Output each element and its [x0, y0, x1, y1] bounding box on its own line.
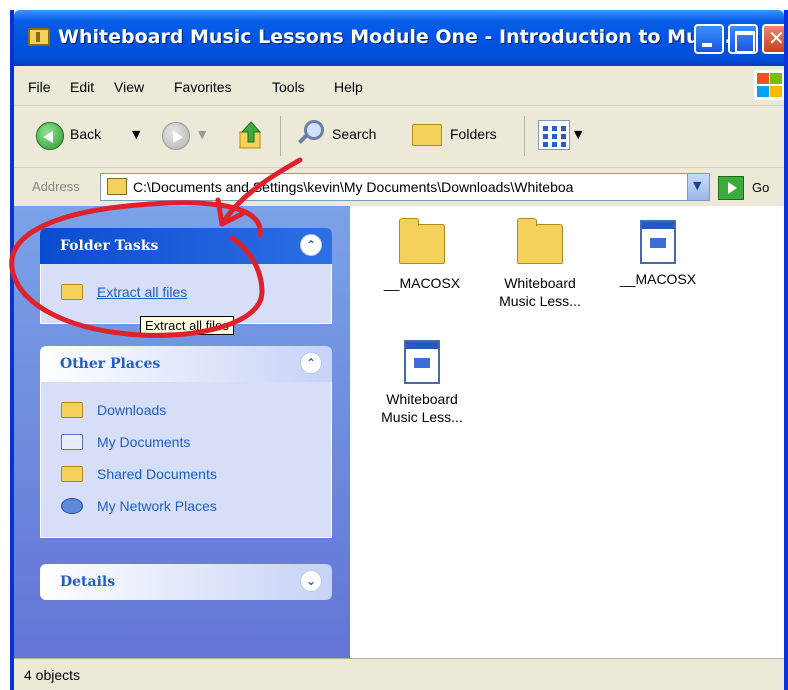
other-places-body: Downloads My Documents Shared Documents … [40, 382, 332, 538]
close-button[interactable] [762, 24, 784, 54]
other-places-item-label[interactable]: Downloads [97, 402, 166, 418]
application-icon [640, 220, 676, 264]
back-arrow-icon[interactable] [36, 122, 64, 150]
toolbar-separator [280, 116, 281, 156]
go-arrow-icon[interactable] [718, 176, 744, 200]
expand-chevron-icon[interactable]: ⌄ [300, 570, 322, 592]
back-button-label[interactable]: Back [70, 126, 101, 142]
status-bar: 4 objects [14, 658, 784, 690]
file-item[interactable]: Whiteboard Music Less... [480, 218, 600, 310]
menu-help[interactable]: Help [334, 79, 363, 95]
folder-up-icon[interactable] [238, 120, 264, 150]
details-header[interactable]: Details ⌄ [40, 564, 332, 600]
folder-tasks-title: Folder Tasks [60, 238, 159, 254]
file-item[interactable]: __MACOSX [362, 218, 482, 292]
folders-icon[interactable] [412, 124, 442, 146]
menu-tools[interactable]: Tools [272, 79, 305, 95]
other-places-header[interactable]: Other Places ⌃ [40, 346, 332, 382]
menu-view[interactable]: View [114, 79, 144, 95]
explorer-window: Whiteboard Music Lessons Module One - In… [10, 10, 788, 690]
folder-icon [61, 466, 83, 482]
file-name: Whiteboard [386, 391, 458, 407]
search-button-label[interactable]: Search [332, 126, 376, 142]
search-icon[interactable] [296, 120, 324, 148]
folder-tasks-panel: Folder Tasks ⌃ Extract all files [40, 228, 332, 324]
file-list: __MACOSX Whiteboard Music Less... __MACO… [350, 206, 784, 658]
address-bar: Address C:\Documents and Settings\kevin\… [14, 168, 784, 206]
extract-all-files-label[interactable]: Extract all files [97, 284, 187, 300]
maximize-button[interactable] [728, 24, 758, 54]
folder-icon [517, 218, 563, 264]
views-icon[interactable] [538, 120, 570, 150]
folder-tasks-header[interactable]: Folder Tasks ⌃ [40, 228, 332, 264]
task-pane: Folder Tasks ⌃ Extract all files Other P… [14, 206, 350, 658]
collapse-chevron-icon[interactable]: ⌃ [300, 234, 322, 256]
folder-tasks-body: Extract all files [40, 264, 332, 324]
menu-edit[interactable]: Edit [70, 79, 94, 95]
folders-button-label[interactable]: Folders [450, 126, 497, 142]
back-dropdown-icon[interactable]: ▼ [132, 128, 140, 141]
collapse-chevron-icon[interactable]: ⌃ [300, 352, 322, 374]
details-title: Details [60, 574, 116, 590]
address-label: Address [32, 179, 80, 194]
file-name-line2: Music Less... [499, 293, 581, 309]
status-text: 4 objects [24, 667, 81, 683]
menu-bar: File Edit View Favorites Tools Help [14, 66, 784, 106]
folder-icon [399, 218, 445, 264]
menu-favorites[interactable]: Favorites [174, 79, 232, 95]
toolbar: Back ▼ ▼ Search Folders ▼ [14, 106, 784, 168]
file-name: Whiteboard [504, 275, 576, 291]
tooltip: Extract all files [140, 316, 234, 335]
address-dropdown-icon[interactable] [687, 174, 709, 200]
other-places-item-label[interactable]: My Network Places [97, 498, 217, 514]
folder-icon [61, 402, 83, 418]
windows-logo-icon [754, 70, 784, 100]
application-icon [404, 340, 440, 384]
other-places-title: Other Places [60, 356, 161, 372]
file-item[interactable]: Whiteboard Music Less... [362, 340, 482, 426]
other-places-item-label[interactable]: Shared Documents [97, 466, 217, 482]
other-places-panel: Other Places ⌃ Downloads My Documents Sh… [40, 346, 332, 538]
file-item[interactable]: __MACOSX [598, 220, 718, 288]
zip-folder-icon [61, 284, 83, 300]
menu-file[interactable]: File [28, 79, 51, 95]
file-name: __MACOSX [383, 275, 461, 291]
other-places-item-label[interactable]: My Documents [97, 434, 190, 450]
forward-arrow-icon[interactable] [162, 122, 190, 150]
window-title: Whiteboard Music Lessons Module One - In… [58, 26, 739, 48]
views-dropdown-icon[interactable]: ▼ [574, 128, 582, 141]
toolbar-separator [524, 116, 525, 156]
documents-icon [61, 434, 83, 450]
address-input[interactable]: C:\Documents and Settings\kevin\My Docum… [100, 173, 710, 201]
go-button-label[interactable]: Go [752, 180, 769, 195]
network-icon [61, 498, 83, 514]
file-name-line2: Music Less... [381, 409, 463, 425]
forward-dropdown-icon[interactable]: ▼ [198, 128, 206, 141]
zip-folder-icon [107, 178, 127, 195]
file-name: __MACOSX [619, 271, 697, 287]
address-path[interactable]: C:\Documents and Settings\kevin\My Docum… [133, 179, 573, 195]
zip-folder-icon [28, 28, 50, 46]
details-panel: Details ⌄ [40, 564, 332, 600]
minimize-button[interactable] [694, 24, 724, 54]
title-bar[interactable]: Whiteboard Music Lessons Module One - In… [14, 10, 784, 66]
